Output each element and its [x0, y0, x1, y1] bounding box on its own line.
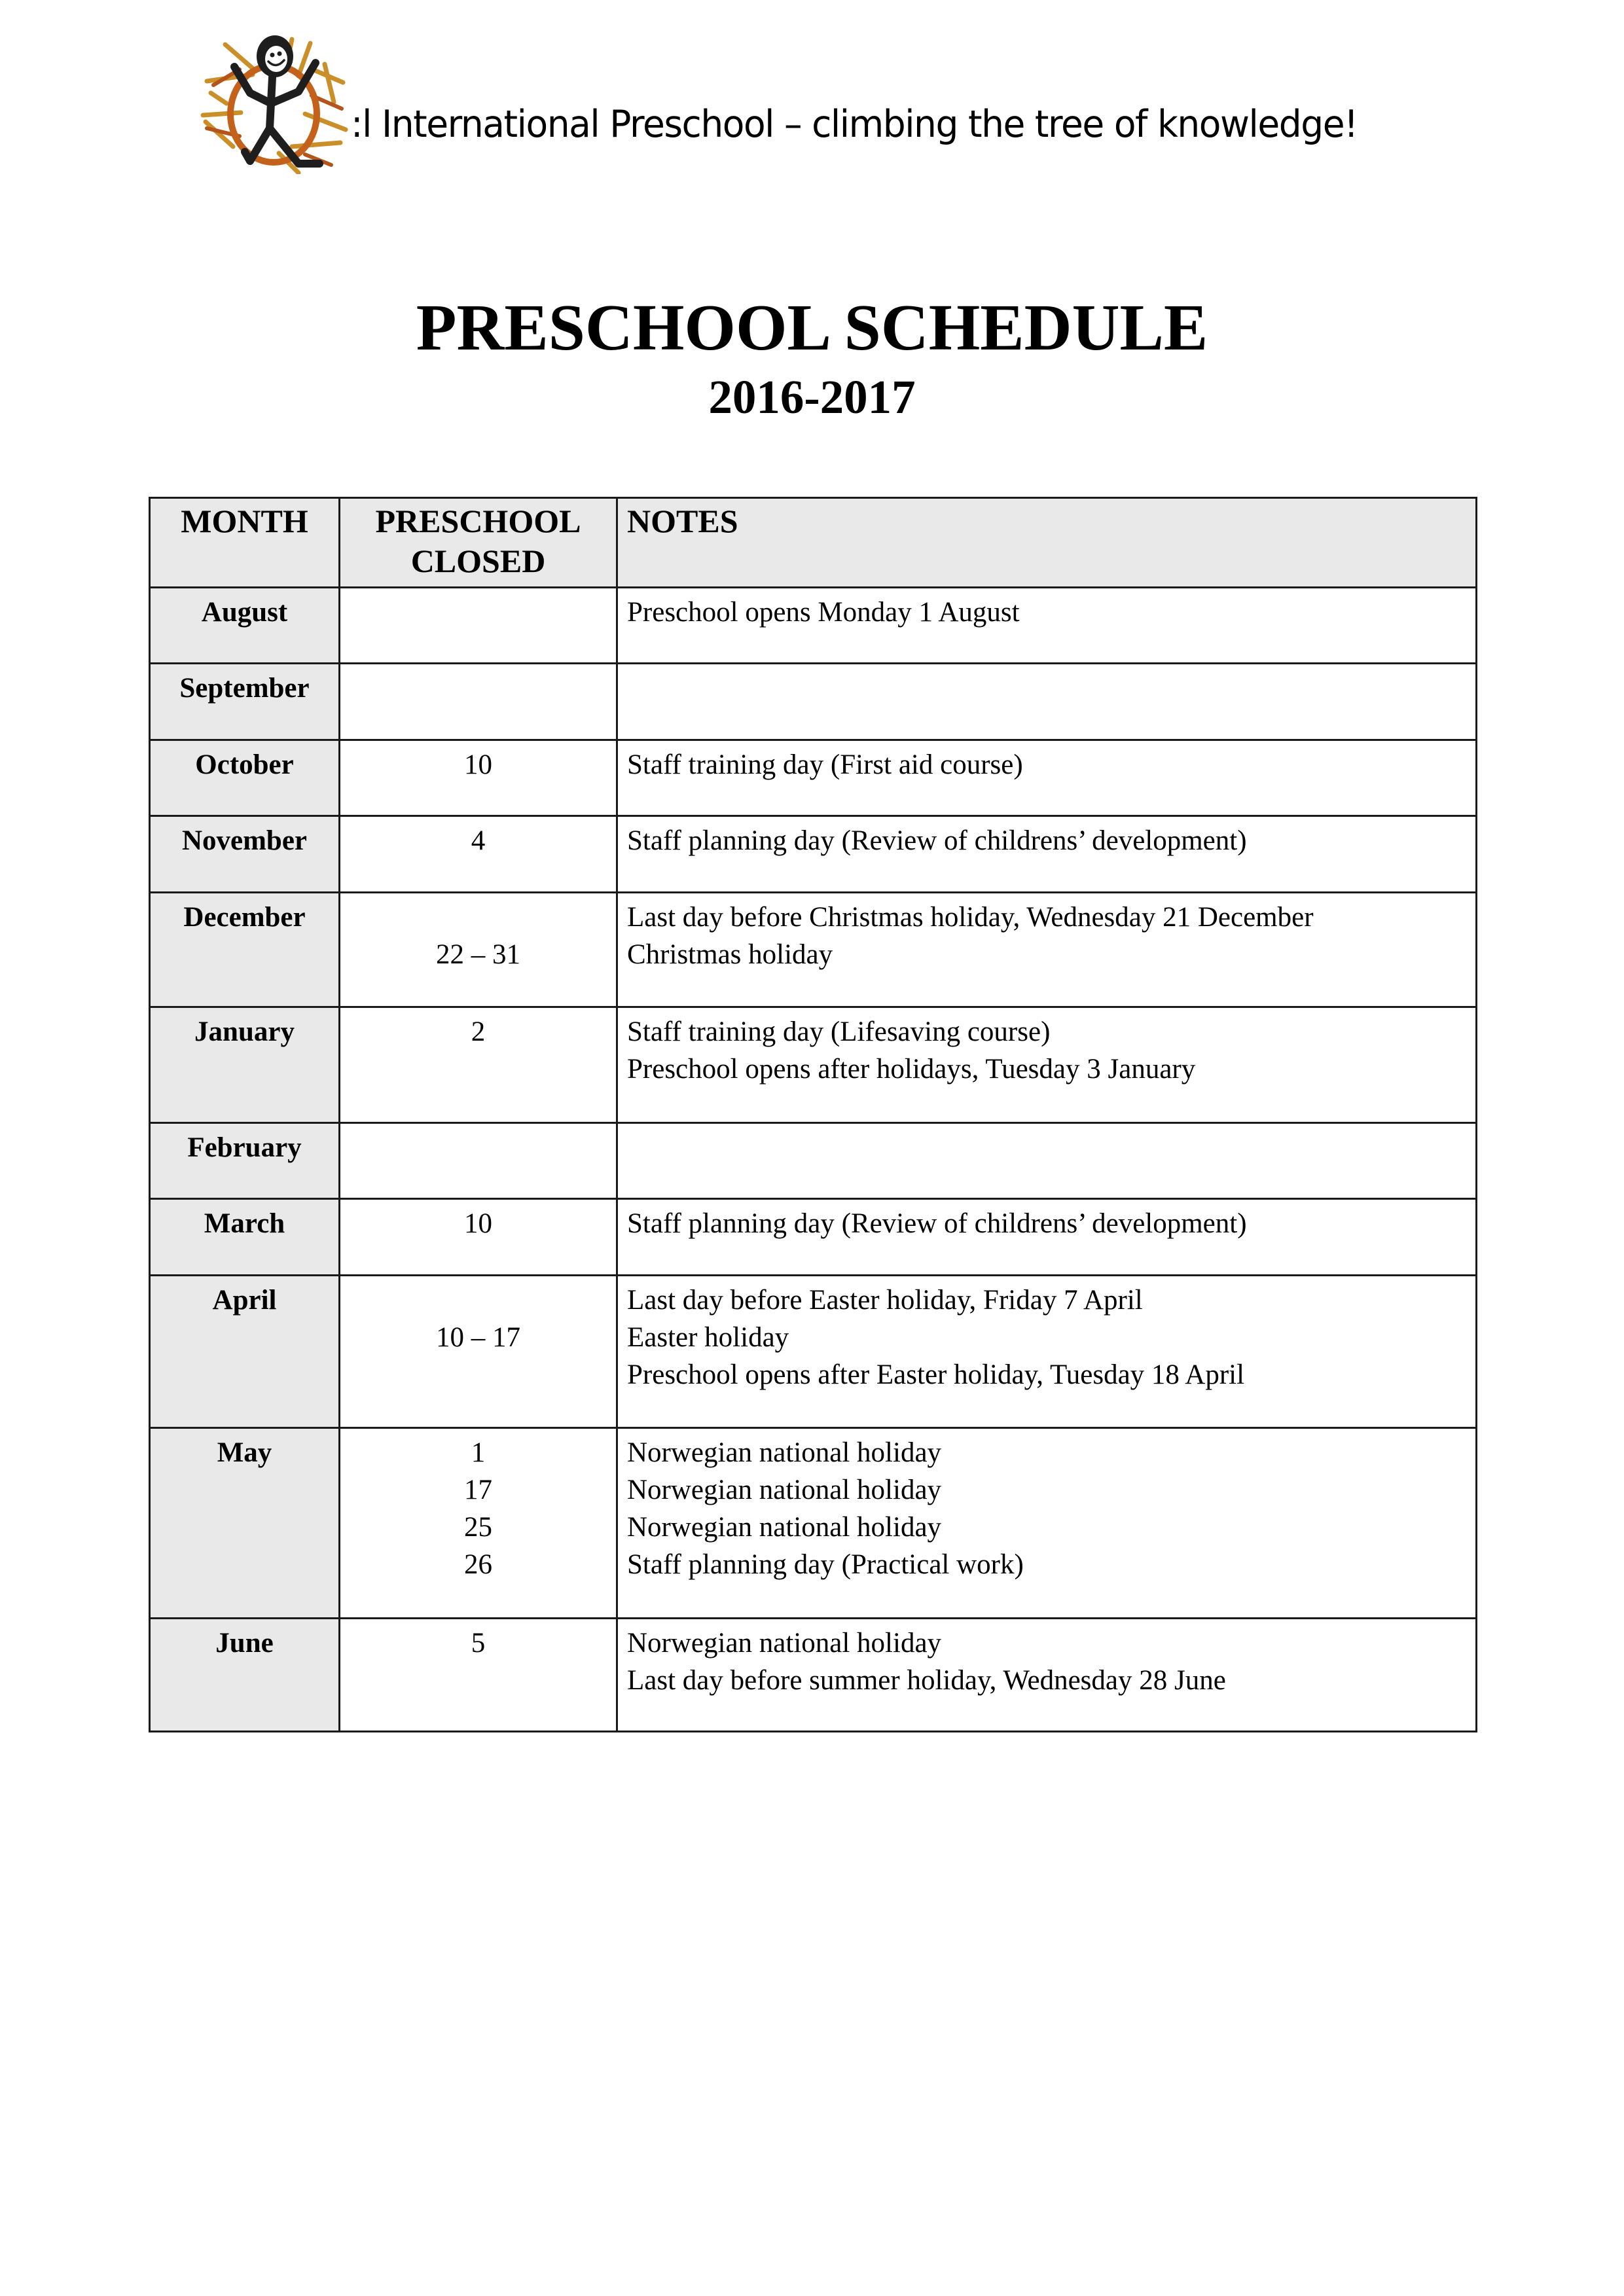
- note-line: Norwegian national holiday: [627, 1628, 942, 1659]
- table-row: January 2 Staff training day (Lifesaving c…: [149, 1006, 1477, 1124]
- column-header-preschool-closed: PRESCHOOL CLOSED: [338, 497, 618, 588]
- closed-days-cell: [338, 586, 618, 664]
- school-tagline: :l International Preschool – climbing th…: [351, 103, 1358, 146]
- closed-day: 25: [464, 1512, 492, 1543]
- month-cell: May: [149, 1427, 340, 1619]
- closed-days-cell: 4: [338, 815, 618, 893]
- closed-days-cell: [338, 1122, 618, 1200]
- school-year: 2016-2017: [708, 370, 916, 423]
- notes-cell: Norwegian national holiday Last day befor…: [616, 1617, 1477, 1732]
- closed-day: [350, 594, 607, 631]
- closed-day: [350, 899, 607, 936]
- table-row: August Preschool opens Monday 1 August: [149, 586, 1477, 664]
- column-header-line: CLOSED: [410, 543, 546, 579]
- closed-day: 1: [471, 1437, 486, 1468]
- note-line: Staff training day (First aid course): [627, 749, 1023, 780]
- table-row: February: [149, 1122, 1477, 1200]
- closed-day: 26: [464, 1549, 492, 1580]
- note-line: Staff planning day (Practical work): [627, 1549, 1024, 1580]
- notes-cell: Staff training day (First aid course): [616, 739, 1477, 817]
- closed-day: 17: [464, 1475, 492, 1505]
- stick-figure-sun-logo-icon: [200, 35, 348, 175]
- note-line: Norwegian national holiday: [627, 1512, 942, 1543]
- closed-day: 5: [471, 1628, 486, 1659]
- closed-day: [350, 670, 607, 707]
- closed-days-cell: 10 – 17: [338, 1274, 618, 1429]
- table-row: November 4 Staff planning day (Review of c…: [149, 815, 1477, 893]
- note-line: [627, 1129, 1466, 1166]
- notes-cell: Staff planning day (Review of childrens’…: [616, 1198, 1477, 1276]
- table-row: March 10 Staff planning day (Review of chi…: [149, 1198, 1477, 1276]
- month-cell: November: [149, 815, 340, 893]
- month-cell: June: [149, 1617, 340, 1732]
- closed-day: [350, 1282, 607, 1319]
- note-line: Norwegian national holiday: [627, 1475, 942, 1505]
- notes-cell: Last day before Christmas holiday, Wedne…: [616, 891, 1477, 1008]
- note-line: Last day before summer holiday, Wednesda…: [627, 1665, 1226, 1696]
- closed-day: 4: [471, 825, 486, 856]
- notes-cell: Last day before Easter holiday, Friday 7…: [616, 1274, 1477, 1429]
- month-cell: October: [149, 739, 340, 817]
- note-line: Last day before Easter holiday, Friday 7…: [627, 1285, 1143, 1316]
- month-cell: September: [149, 662, 340, 741]
- notes-cell: [616, 1122, 1477, 1200]
- closed-day: 10: [464, 1208, 492, 1239]
- table-row: June 5 Norwegian national holiday Last day …: [149, 1617, 1477, 1732]
- closed-days-cell: 10: [338, 739, 618, 817]
- month-cell: March: [149, 1198, 340, 1276]
- closed-days-cell: [338, 662, 618, 741]
- notes-cell: [616, 662, 1477, 741]
- table-row: December 22 – 31 Last day before Christmas…: [149, 891, 1477, 1008]
- closed-days-cell: 5: [338, 1617, 618, 1732]
- closed-days-cell: 2: [338, 1006, 618, 1124]
- notes-cell: Norwegian national holiday Norwegian nati…: [616, 1427, 1477, 1619]
- month-cell: April: [149, 1274, 340, 1429]
- note-line: Staff planning day (Review of childrens’…: [627, 825, 1247, 856]
- note-line: Norwegian national holiday: [627, 1437, 942, 1468]
- table-row: May 1 17 25 26 Norwegian national holiday Norw…: [149, 1427, 1477, 1619]
- column-header-line: PRESCHOOL: [375, 503, 581, 539]
- closed-day: 22 – 31: [436, 939, 520, 970]
- closed-days-cell: 10: [338, 1198, 618, 1276]
- table-row: April 10 – 17 Last day before Easter holid…: [149, 1274, 1477, 1429]
- closed-days-cell: 1 17 25 26: [338, 1427, 618, 1619]
- notes-cell: Staff planning day (Review of childrens’…: [616, 815, 1477, 893]
- notes-cell: Preschool opens Monday 1 August: [616, 586, 1477, 664]
- column-header-month: MONTH: [149, 497, 340, 588]
- note-line: Christmas holiday: [627, 939, 833, 970]
- note-line: Preschool opens after Easter holiday, Tu…: [627, 1359, 1245, 1390]
- note-line: Last day before Christmas holiday, Wedne…: [627, 902, 1314, 933]
- schedule-table: MONTH PRESCHOOL CLOSED NOTES August Presc…: [149, 497, 1477, 1732]
- note-line: Staff training day (Lifesaving course): [627, 1016, 1051, 1047]
- note-line: Preschool opens after holidays, Tuesday …: [627, 1054, 1196, 1085]
- month-cell: January: [149, 1006, 340, 1124]
- page-title: PRESCHOOL SCHEDULE: [416, 291, 1208, 364]
- note-line: Staff planning day (Review of childrens’…: [627, 1208, 1247, 1239]
- note-line: Preschool opens Monday 1 August: [627, 597, 1020, 628]
- month-cell: August: [149, 586, 340, 664]
- table-row: October 10 Staff training day (First aid c…: [149, 739, 1477, 817]
- note-line: [627, 670, 1466, 707]
- table-header-row: MONTH PRESCHOOL CLOSED NOTES: [149, 497, 1477, 588]
- closed-day: 2: [471, 1016, 486, 1047]
- notes-cell: Staff training day (Lifesaving course) Pr…: [616, 1006, 1477, 1124]
- closed-day: 10: [464, 749, 492, 780]
- school-logo: [194, 30, 351, 175]
- month-cell: December: [149, 891, 340, 1008]
- month-cell: February: [149, 1122, 340, 1200]
- column-header-notes: NOTES: [616, 497, 1477, 588]
- closed-day: 10 – 17: [436, 1322, 520, 1353]
- note-line: Easter holiday: [627, 1322, 789, 1353]
- closed-days-cell: 22 – 31: [338, 891, 618, 1008]
- closed-day: [350, 1129, 607, 1166]
- table-row: September: [149, 662, 1477, 741]
